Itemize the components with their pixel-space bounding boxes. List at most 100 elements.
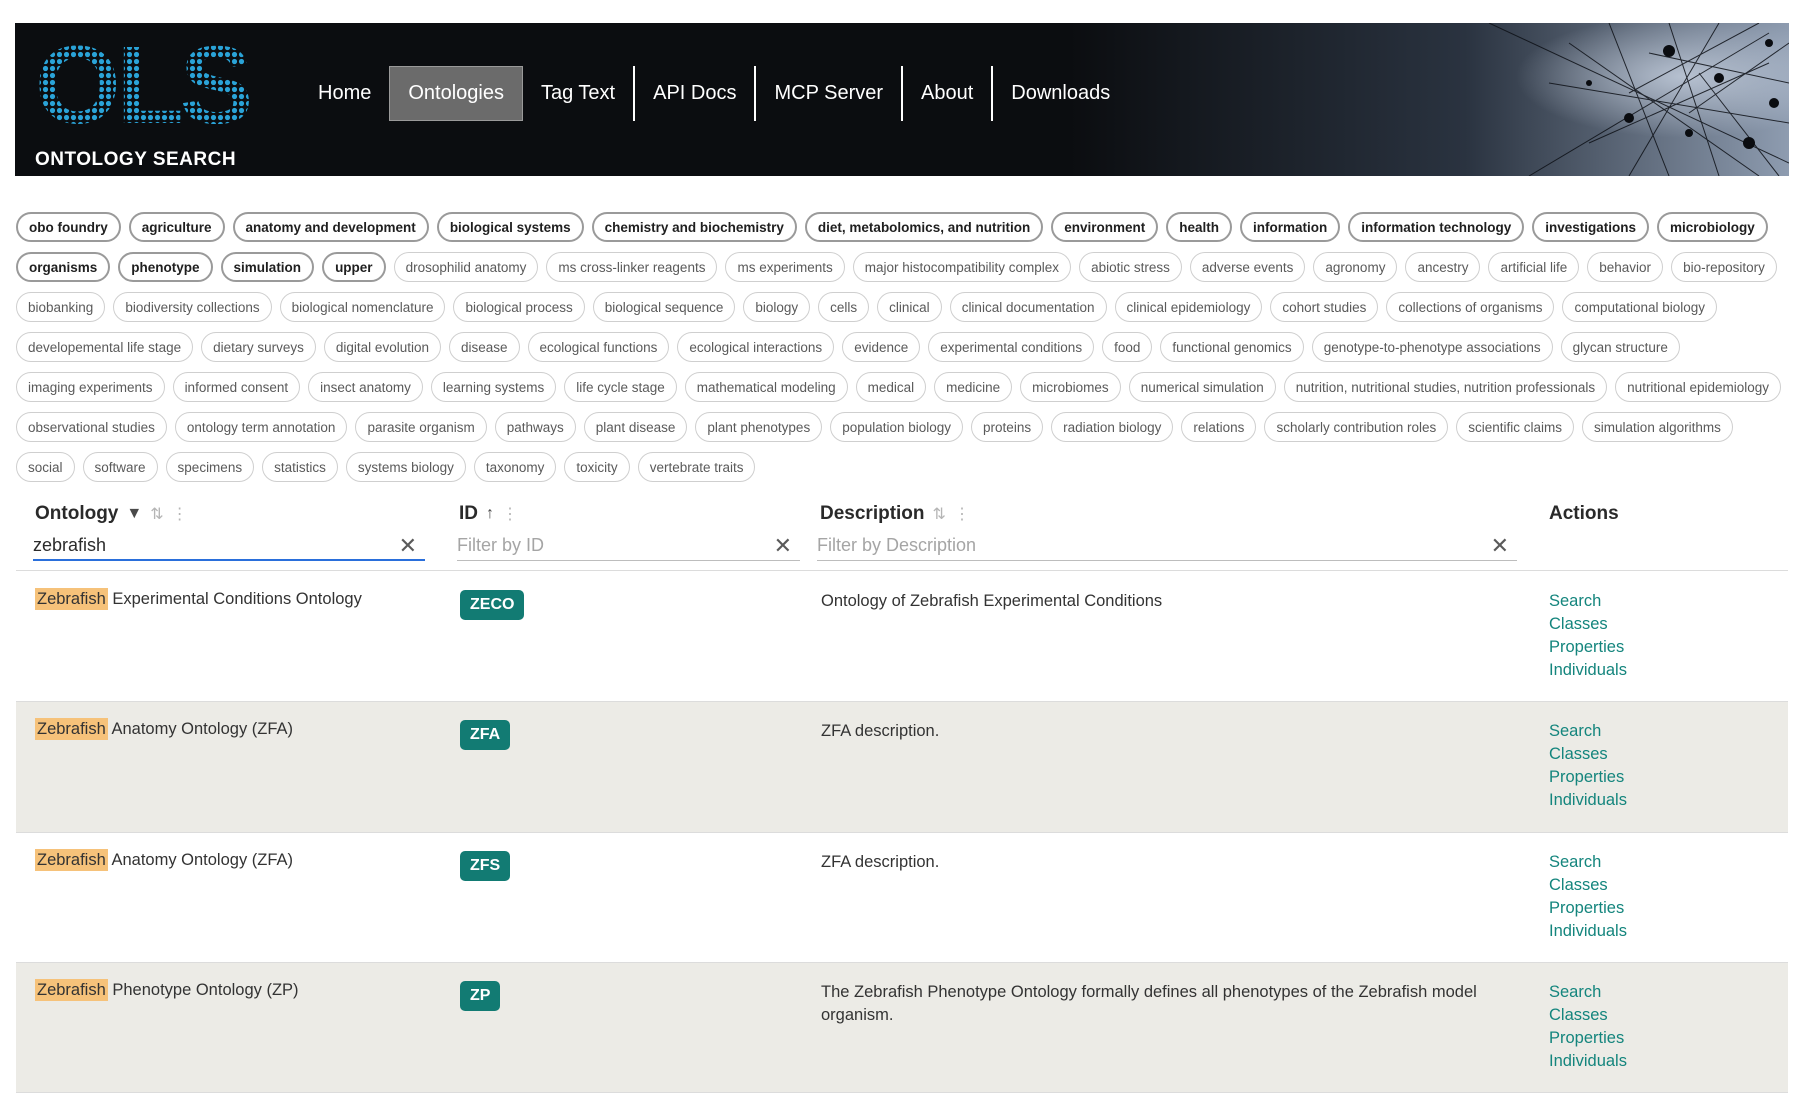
tag-chip[interactable]: disease — [448, 332, 520, 362]
clear-id-filter-icon[interactable]: ✕ — [774, 533, 792, 559]
tag-chip[interactable]: upper — [322, 252, 386, 282]
nav-tag-text[interactable]: Tag Text — [523, 66, 636, 121]
tag-chip[interactable]: computational biology — [1562, 292, 1718, 322]
nav-home[interactable]: Home — [300, 66, 389, 121]
tag-chip[interactable]: genotype-to-phenotype associations — [1311, 332, 1553, 362]
tag-chip[interactable]: ms experiments — [725, 252, 845, 282]
tag-chip[interactable]: ancestry — [1405, 252, 1481, 282]
action-search-link[interactable]: Search — [1549, 720, 1627, 743]
action-classes-link[interactable]: Classes — [1549, 874, 1627, 897]
tag-chip[interactable]: clinical — [877, 292, 942, 322]
tag-chip[interactable]: evidence — [842, 332, 921, 362]
nav-about[interactable]: About — [903, 66, 994, 121]
ontology-name[interactable]: Zebrafish Anatomy Ontology (ZFA) — [35, 849, 293, 871]
sort-ascending-icon[interactable]: ↑ — [486, 505, 494, 523]
tag-chip[interactable]: food — [1102, 332, 1153, 362]
tag-chip[interactable]: information — [1239, 212, 1341, 242]
tag-chip[interactable]: ontology term annotation — [174, 412, 348, 442]
action-individuals-link[interactable]: Individuals — [1549, 920, 1627, 943]
tag-chip[interactable]: nutrition, nutritional studies, nutritio… — [1283, 372, 1608, 402]
tag-chip[interactable]: dietary surveys — [201, 332, 316, 362]
tag-chip[interactable]: organisms — [16, 252, 111, 282]
tag-chip[interactable]: proteins — [971, 412, 1044, 442]
action-properties-link[interactable]: Properties — [1549, 766, 1627, 789]
action-properties-link[interactable]: Properties — [1549, 897, 1627, 920]
tag-chip[interactable]: toxicity — [564, 452, 630, 482]
nav-downloads[interactable]: Downloads — [993, 66, 1128, 121]
tag-chip[interactable]: clinical documentation — [949, 292, 1107, 322]
tag-chip[interactable]: ecological functions — [527, 332, 670, 362]
tag-chip[interactable]: collections of organisms — [1386, 292, 1555, 322]
tag-chip[interactable]: insect anatomy — [308, 372, 423, 402]
tag-chip[interactable]: learning systems — [430, 372, 557, 402]
tag-chip[interactable]: software — [82, 452, 158, 482]
tag-chip[interactable]: agronomy — [1313, 252, 1398, 282]
tag-chip[interactable]: mathematical modeling — [684, 372, 848, 402]
tag-chip[interactable]: biological sequence — [592, 292, 736, 322]
tag-chip[interactable]: health — [1166, 212, 1232, 242]
tag-chip[interactable]: diet, metabolomics, and nutrition — [804, 212, 1044, 242]
tag-chip[interactable]: abiotic stress — [1079, 252, 1182, 282]
tag-chip[interactable]: parasite organism — [355, 412, 487, 442]
tag-chip[interactable]: agriculture — [128, 212, 225, 242]
tag-chip[interactable]: clinical epidemiology — [1114, 292, 1263, 322]
tag-chip[interactable]: systems biology — [345, 452, 466, 482]
tag-chip[interactable]: microbiology — [1657, 212, 1768, 242]
nav-api-docs[interactable]: API Docs — [635, 66, 757, 121]
tag-chip[interactable]: imaging experiments — [16, 372, 165, 402]
action-classes-link[interactable]: Classes — [1549, 743, 1627, 766]
tag-chip[interactable]: cells — [818, 292, 870, 322]
action-search-link[interactable]: Search — [1549, 981, 1627, 1004]
tag-chip[interactable]: microbiomes — [1020, 372, 1121, 402]
tag-chip[interactable]: pathways — [494, 412, 576, 442]
ontology-id-badge[interactable]: ZP — [460, 981, 501, 1011]
tag-chip[interactable]: simulation — [220, 252, 315, 282]
clear-description-filter-icon[interactable]: ✕ — [1491, 533, 1509, 559]
tag-chip[interactable]: statistics — [262, 452, 338, 482]
tag-chip[interactable]: artificial life — [1488, 252, 1580, 282]
tag-chip[interactable]: environment — [1051, 212, 1159, 242]
ontology-id-badge[interactable]: ZFA — [460, 720, 511, 750]
tag-chip[interactable]: observational studies — [16, 412, 167, 442]
id-filter-field[interactable]: ✕ — [457, 531, 800, 561]
tag-chip[interactable]: major histocompatibility complex — [852, 252, 1072, 282]
tag-chip[interactable]: information technology — [1348, 212, 1525, 242]
action-individuals-link[interactable]: Individuals — [1549, 789, 1627, 812]
tag-chip[interactable]: anatomy and development — [232, 212, 429, 242]
tag-chip[interactable]: medicine — [934, 372, 1013, 402]
tag-chip[interactable]: plant phenotypes — [695, 412, 823, 442]
column-menu-icon[interactable]: ⋮ — [502, 504, 518, 524]
tag-chip[interactable]: biology — [743, 292, 811, 322]
ontology-filter-input[interactable] — [33, 534, 425, 556]
tag-chip[interactable]: functional genomics — [1160, 332, 1304, 362]
tag-chip[interactable]: investigations — [1532, 212, 1649, 242]
tag-chip[interactable]: obo foundry — [16, 212, 121, 242]
tag-chip[interactable]: ms cross-linker reagents — [546, 252, 718, 282]
tag-chip[interactable]: population biology — [830, 412, 964, 442]
tag-chip[interactable]: biological nomenclature — [279, 292, 446, 322]
tag-chip[interactable]: scholarly contribution roles — [1264, 412, 1449, 442]
ontology-id-badge[interactable]: ZFS — [460, 851, 511, 881]
ontology-name[interactable]: Zebrafish Experimental Conditions Ontolo… — [35, 588, 362, 610]
nav-ontologies[interactable]: Ontologies — [389, 66, 523, 121]
tag-chip[interactable]: phenotype — [118, 252, 213, 282]
action-individuals-link[interactable]: Individuals — [1549, 1050, 1627, 1073]
tag-chip[interactable]: radiation biology — [1051, 412, 1174, 442]
id-filter-input[interactable] — [457, 535, 800, 556]
action-classes-link[interactable]: Classes — [1549, 613, 1627, 636]
ols-logo[interactable]: OLS ONTOLOGY SEARCH — [35, 24, 254, 176]
tag-chip[interactable]: chemistry and biochemistry — [591, 212, 797, 242]
tag-chip[interactable]: adverse events — [1189, 252, 1306, 282]
tag-chip[interactable]: cohort studies — [1270, 292, 1379, 322]
action-search-link[interactable]: Search — [1549, 851, 1627, 874]
tag-chip[interactable]: biodiversity collections — [113, 292, 272, 322]
sort-icon[interactable]: ⇅ — [150, 504, 163, 524]
clear-ontology-filter-icon[interactable]: ✕ — [399, 533, 417, 559]
action-properties-link[interactable]: Properties — [1549, 1027, 1627, 1050]
tag-chip[interactable]: plant disease — [583, 412, 688, 442]
sort-icon[interactable]: ⇅ — [933, 504, 946, 524]
tag-chip[interactable]: biological process — [453, 292, 585, 322]
action-properties-link[interactable]: Properties — [1549, 636, 1627, 659]
ontology-filter-field[interactable]: ✕ — [33, 531, 425, 561]
column-menu-icon[interactable]: ⋮ — [954, 504, 970, 524]
